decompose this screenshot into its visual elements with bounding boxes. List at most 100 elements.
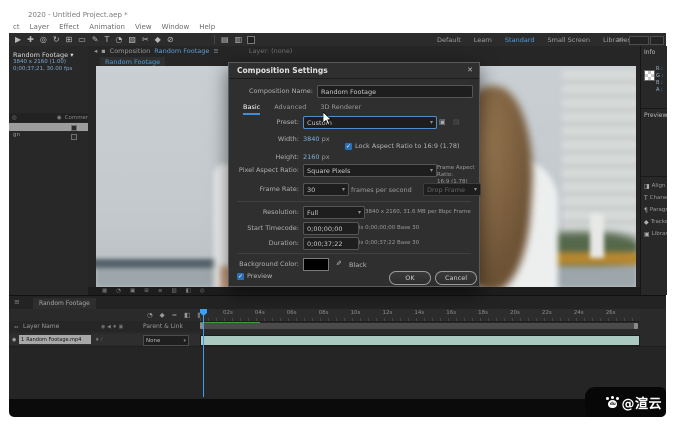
menu-item-cropped[interactable]: ct	[13, 23, 20, 31]
composition-name-input[interactable]: Random Footage	[317, 85, 473, 98]
background-color-label: Background Color:	[239, 260, 299, 268]
menu-item[interactable]: Animation	[89, 23, 125, 31]
menu-item[interactable]: Effect	[59, 23, 79, 31]
viewer-control-icon[interactable]: ▣	[130, 288, 135, 294]
panel-tab[interactable]: ◆ Tracker	[641, 218, 667, 226]
viewer-control-icon[interactable]: ◧	[186, 288, 191, 294]
viewer-control-icon[interactable]: ◔	[116, 288, 121, 294]
preview-panel-title[interactable]: Preview	[644, 112, 667, 119]
tool-icon[interactable]: ⊘	[167, 35, 174, 44]
chevron-down-icon: ▾	[357, 209, 361, 216]
viewer-control-icon[interactable]: ≡	[158, 288, 163, 294]
project-row-checkbox[interactable]	[71, 134, 77, 140]
dialog-titlebar[interactable]: Composition Settings ✕	[229, 63, 479, 79]
composition-tab-name[interactable]: Random Footage	[154, 47, 209, 55]
panel-tab[interactable]: T Character	[641, 194, 667, 202]
close-icon[interactable]: ✕	[467, 66, 473, 74]
frame-rate-dropdown[interactable]: 30 ▾	[303, 183, 349, 196]
menu-item[interactable]: View	[135, 23, 152, 31]
layer-name-header[interactable]: Layer Name	[23, 323, 59, 330]
tool-icon[interactable]: ◎	[40, 35, 47, 44]
height-unit: px	[321, 153, 330, 161]
tool-icon[interactable]: ✎	[92, 35, 99, 44]
viewer-control-icon[interactable]: ▦	[102, 288, 107, 294]
panel-tab[interactable]: ¶ Paragraph	[641, 206, 667, 214]
timeline-toolbar-icon[interactable]: ◆	[160, 311, 165, 319]
timeline-toolbar-icon[interactable]: ◔	[147, 311, 153, 319]
ok-button[interactable]: OK	[389, 271, 431, 285]
project-item-title[interactable]: Random Footage ▾	[13, 51, 73, 59]
delete-preset-icon[interactable]: ▤	[453, 118, 460, 126]
workspace-tab[interactable]: Small Screen	[548, 36, 590, 44]
start-timecode-field[interactable]: 0;00;00;00	[303, 222, 359, 235]
tool-icon[interactable]: ◔	[115, 35, 122, 44]
layer-duration-bar[interactable]	[200, 335, 640, 346]
tool-icon[interactable]: ▨	[128, 35, 136, 44]
start-timecode-note: is 0;00;00;00 Base 30	[359, 225, 420, 231]
background-color-swatch[interactable]	[303, 258, 329, 271]
tool-icon[interactable]: ▶	[15, 35, 21, 44]
info-panel-title[interactable]: Info	[644, 49, 655, 56]
menu-item[interactable]: Help	[199, 23, 215, 31]
panel-menu-icon[interactable]: ≡	[213, 47, 218, 55]
panel-menu-icon[interactable]: ≡	[14, 298, 20, 306]
workspace-overflow-icon[interactable]: ≫	[617, 36, 624, 44]
layer-row[interactable]: ◉ 1 Random Footage.mp4 ♦ ⁄ None ▾	[9, 334, 200, 346]
toolbar-end-button[interactable]	[650, 36, 664, 45]
snapping-toggle[interactable]	[247, 33, 258, 46]
tool-icon[interactable]: ▭	[78, 35, 86, 44]
time-ruler[interactable]: 02s 04s 06s 08s 10s 12s 14s 16s 18s 20s 22s 24s 26s	[200, 309, 640, 322]
timeline-tab[interactable]: Random Footage	[33, 298, 96, 309]
pixel-aspect-ratio-dropdown[interactable]: Square Pixels ▾	[303, 164, 437, 177]
layer-switches[interactable]: ♦ ⁄	[95, 337, 102, 343]
tool-icon[interactable]: ✚	[27, 35, 34, 44]
menu-item[interactable]: Layer	[30, 23, 50, 31]
project-row-checkbox[interactable]	[71, 125, 77, 131]
panel-tab[interactable]: ▣ Libraries	[641, 230, 667, 238]
save-preset-icon[interactable]: ▣	[439, 118, 446, 126]
workspace-tab[interactable]: Learn	[474, 36, 492, 44]
tool-icon[interactable]: T	[105, 35, 110, 44]
tool-icon[interactable]: ⊞	[66, 35, 73, 44]
layer-name-cell[interactable]: 1 Random Footage.mp4	[19, 335, 91, 344]
eyedropper-icon[interactable]: ✎	[334, 260, 342, 266]
tab-left-icon[interactable]: ◂	[94, 47, 97, 55]
menu-item[interactable]: Window	[162, 23, 190, 31]
preview-label: Preview	[247, 272, 273, 280]
parent-link-header[interactable]: Parent & Link	[143, 323, 183, 330]
height-value[interactable]: 2160	[303, 153, 320, 161]
workspace-tab[interactable]: Standard	[505, 36, 535, 44]
viewer-control-icon[interactable]: ▥	[171, 288, 176, 294]
tool-icon[interactable]: ✂	[142, 35, 149, 44]
tool-icon[interactable]: ↻	[53, 35, 60, 44]
workspace-tab[interactable]: Default	[437, 36, 461, 44]
layer-tab[interactable]: Layer: (none)	[249, 47, 293, 55]
work-area-end-handle[interactable]	[634, 323, 638, 329]
panel-tab[interactable]: ◨ Align	[641, 182, 667, 190]
tab-basic[interactable]: Basic	[243, 103, 261, 115]
playhead-line[interactable]	[203, 312, 204, 397]
cancel-button[interactable]: Cancel	[435, 271, 477, 285]
composition-tab-prefix[interactable]: Composition	[110, 47, 151, 55]
timeline-tab-row: ≡ Random Footage	[9, 296, 666, 309]
viewer-control-icon[interactable]: ⊞	[144, 288, 149, 294]
eye-icon[interactable]: ◉	[12, 337, 16, 343]
search-icon[interactable]: ◎	[12, 115, 17, 121]
parent-dropdown[interactable]: None ▾	[143, 335, 189, 346]
caret-down-icon[interactable]: ▾	[70, 51, 73, 59]
toolbar-extra-icon[interactable]: ▤	[221, 35, 229, 44]
tab-advanced[interactable]: Advanced	[274, 103, 306, 115]
lock-aspect-checkbox[interactable]: ✓	[345, 142, 352, 150]
workspace-search-box[interactable]	[629, 36, 649, 45]
timeline-toolbar-icon[interactable]: ◧	[184, 311, 190, 319]
work-area-bar[interactable]	[200, 323, 638, 329]
snapping-checkbox[interactable]	[247, 35, 255, 44]
viewer-control-icon[interactable]: ◎	[200, 288, 205, 294]
tool-icon[interactable]: ◆	[155, 35, 161, 44]
watermark: du @渲云	[585, 387, 666, 417]
timeline-toolbar-icon[interactable]: ≈	[172, 311, 177, 319]
duration-field[interactable]: 0;00;37;22	[303, 237, 359, 250]
toolbar-extra-icon[interactable]: ▥	[235, 35, 243, 44]
resolution-dropdown[interactable]: Full ▾	[303, 206, 365, 219]
preview-checkbox[interactable]: ✓	[237, 272, 244, 280]
